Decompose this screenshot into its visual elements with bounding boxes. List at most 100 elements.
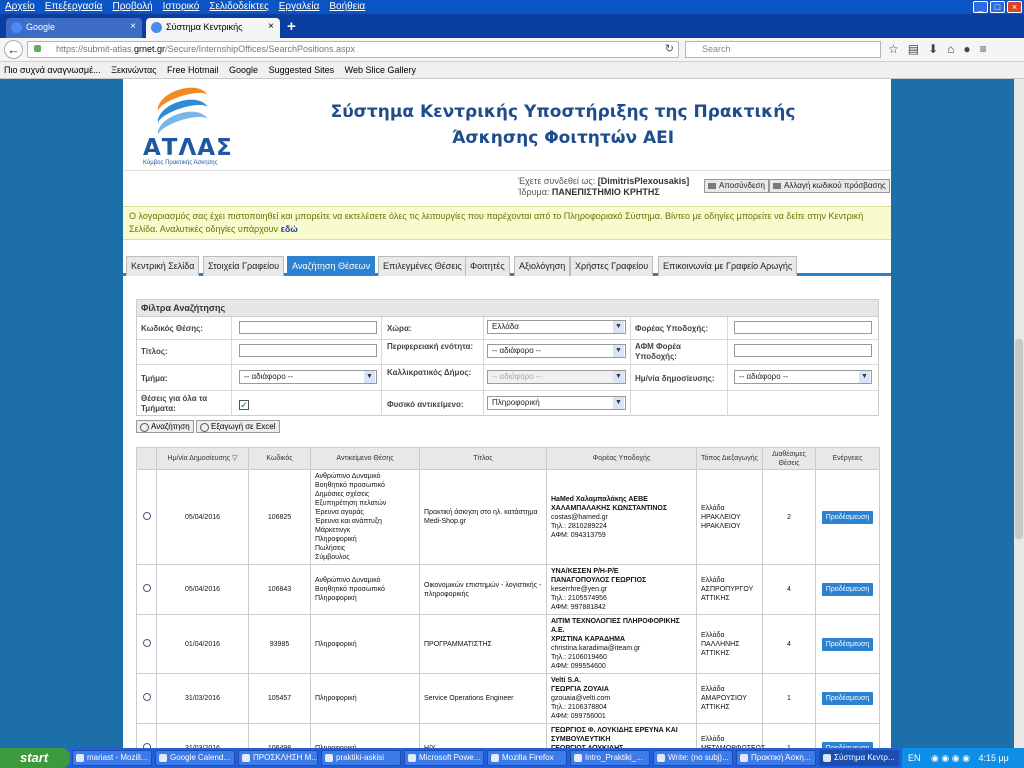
reserve-button[interactable]: Προδέσμευση [821,583,874,596]
menu-icon[interactable]: ≡ [980,42,987,56]
bookmark-web-slice-gallery[interactable]: Web Slice Gallery [345,65,416,75]
page-content: ΑΤΛΑΣ Κόμβος Πρακτικής Άσκησης Σύστημα Κ… [123,79,891,748]
sort-icon[interactable]: ▽ [232,455,237,462]
pub-date-select[interactable]: -- αδιάφορο -- [734,370,872,384]
col-date[interactable]: Ημ/νία Δημοσίευσης ▽ [156,447,249,470]
export-excel-button[interactable]: Εξαγωγή σε Excel [196,420,280,433]
tab-selected-positions[interactable]: Επιλεγμένες Θέσεις [378,256,467,276]
atlas-logo[interactable]: ΑΤΛΑΣ Κόμβος Πρακτικής Άσκησης [137,81,232,169]
back-button[interactable]: ← [4,40,23,59]
host-input[interactable] [734,321,872,334]
notice-link[interactable]: εδώ [281,224,298,234]
bookmark-getting-started[interactable]: Ξεκινώντας [111,65,156,75]
taskbar-item[interactable]: mariast - Mozill... [72,750,152,766]
scrollbar-thumb[interactable] [1015,339,1023,539]
tab-office-info[interactable]: Στοιχεία Γραφείου [203,256,285,276]
reload-icon[interactable]: ↻ [665,42,674,57]
tab-students[interactable]: Φοιτητές [465,256,510,276]
logout-button[interactable]: Αποσύνδεση [704,179,769,193]
code-cell: 106843 [248,564,311,615]
physical-object-select[interactable]: Πληροφορική [487,396,626,410]
magnifier-icon[interactable] [142,638,151,647]
objects-line: Πληροφορική [315,595,357,602]
magnifier-icon[interactable] [142,584,151,592]
menu-view[interactable]: Προβολή [112,1,152,12]
col-place: Τόπος Διεξαγωγής [696,447,763,470]
menu-file[interactable]: Αρχείο [5,1,35,12]
place-line: ΑΤΤΙΚΗΣ [701,704,730,711]
taskbar-item[interactable]: Πρακτική Άσκη... [736,750,816,766]
host-afm-input[interactable] [734,344,872,357]
bookmark-free-hotmail[interactable]: Free Hotmail [167,65,219,75]
taskbar-item[interactable]: Mozilla Firefox [487,750,567,766]
menu-edit[interactable]: Επεξεργασία [45,1,103,12]
code-input[interactable] [239,321,377,334]
reserve-button[interactable]: Προδέσμευση [821,692,874,705]
taskbar-item[interactable]: Write: (no subj)... [653,750,733,766]
search-button[interactable]: Αναζήτηση [136,420,194,433]
new-tab-button[interactable]: + [287,18,296,35]
all-departments-checkbox[interactable]: ✓ [239,400,249,410]
department-select[interactable]: -- αδιάφορο -- [239,370,377,384]
menu-history[interactable]: Ιστορικό [163,1,200,12]
start-button[interactable]: start [0,748,70,768]
search-input[interactable]: Search [685,41,881,58]
taskbar-item[interactable]: praktiki-askisi [321,750,401,766]
url-bar[interactable]: https://submit-atlas.grnet.gr/Secure/Int… [27,41,679,58]
menu-bookmarks[interactable]: Σελιδοδείκτες [209,1,268,12]
positions-cell: 2 [762,469,816,565]
bookmark-most-visited[interactable]: Πιο συχνά αναγνωσμέ... [4,65,101,75]
municipality-select[interactable]: -- αδιάφορο -- [487,370,626,384]
tab-office-users[interactable]: Χρήστες Γραφείου [570,256,654,276]
view-cell[interactable] [136,673,157,724]
tab-search-positions[interactable]: Αναζήτηση Θέσεων [287,256,376,276]
tab-helpdesk-contact[interactable]: Επικοινωνία με Γραφείο Αρωγής [658,256,798,276]
maximize-icon[interactable]: □ [990,1,1005,13]
place-line: ΑΜΑΡΟΥΣΙΟΥ [701,695,747,702]
host-line: ΧΡΙΣΤΙΝΑ ΚΑΡΑΔΗΜΑ [551,636,626,643]
magnifier-icon[interactable] [142,693,151,701]
menu-tools[interactable]: Εργαλεία [279,1,320,12]
tab-google[interactable]: Google × [6,18,142,38]
download-icon[interactable]: ⬇ [928,42,938,56]
minimize-icon[interactable]: _ [973,1,988,13]
magnifier-icon[interactable] [142,511,151,520]
tab-close-icon[interactable]: × [268,18,274,36]
view-cell[interactable] [136,564,157,615]
tab-evaluation[interactable]: Αξιολόγηση [514,256,571,276]
objects-line: Έρευνα αγοράς [315,509,364,516]
language-indicator[interactable]: EN [908,753,921,763]
view-cell[interactable] [136,723,157,748]
view-cell[interactable] [136,469,157,565]
bookmark-suggested-sites[interactable]: Suggested Sites [269,65,335,75]
reserve-button[interactable]: Προδέσμευση [821,510,874,524]
taskbar-item[interactable]: Σύστημα Κεντρ... [819,750,899,766]
tab-close-icon[interactable]: × [130,18,136,36]
home-icon[interactable]: ⌂ [947,42,954,56]
table-row: 01/04/2016 93985 Πληροφορική ΠΡΟΓΡΑΜΜΑΤΙΣΤΗ… [136,614,880,674]
title-cell: Service Operations Engineer [419,673,547,724]
taskbar-item[interactable]: Intro_Praktiki_... [570,750,650,766]
close-window-icon[interactable]: × [1007,1,1022,13]
region-select[interactable]: -- αδιάφορο -- [487,344,626,358]
library-icon[interactable]: ▤ [908,42,919,56]
tab-home[interactable]: Κεντρική Σελίδα [126,256,200,276]
bookmark-star-icon[interactable]: ☆ [888,42,899,56]
reserve-button[interactable]: Προδέσμευση [821,637,874,651]
page-scrollbar[interactable] [1014,79,1024,748]
place-line: ΑΤΤΙΚΗΣ [701,595,730,602]
title-input[interactable] [239,344,377,357]
chat-icon[interactable]: ● [963,42,970,56]
taskbar-item[interactable]: ΠΡΟΣΚΛΗΣΗ Μ... [238,750,318,766]
user-info: Έχετε συνδεθεί ως: [DimitrisPlexousakis]… [518,176,689,198]
taskbar-item[interactable]: Google Calend... [155,750,235,766]
positions-cell: 1 [762,723,816,748]
view-cell[interactable] [136,614,157,674]
tab-atlas[interactable]: Σύστημα Κεντρικής Υποστήριξ... × [146,18,280,50]
taskbar-item[interactable]: Microsoft Powe... [404,750,484,766]
bookmark-google[interactable]: Google [229,65,258,75]
country-select[interactable]: Ελλάδα [487,320,626,334]
search-placeholder: Search [702,44,731,54]
menu-help[interactable]: Βοήθεια [329,1,365,12]
change-password-button[interactable]: Αλλαγή κωδικού πρόσβασης [769,179,890,193]
